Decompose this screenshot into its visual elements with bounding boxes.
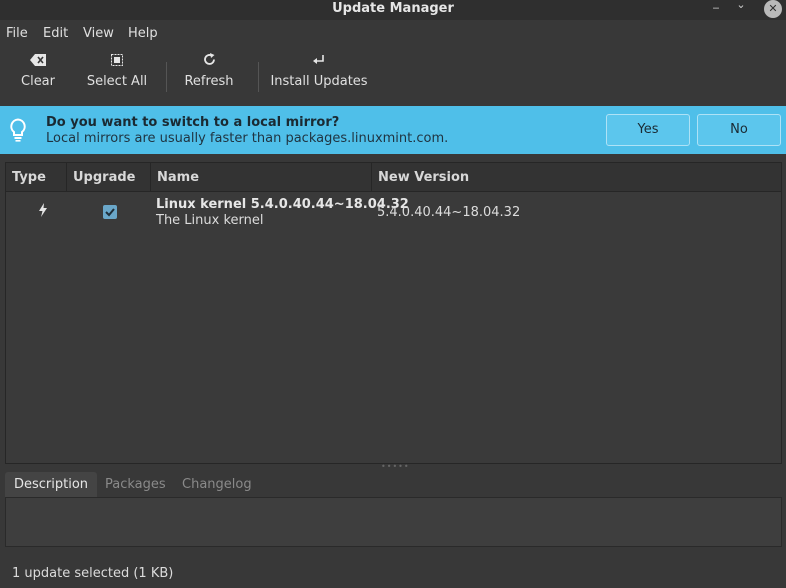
column-name[interactable]: Name [151,163,372,192]
toolbar: Clear Select All Refresh Install Updates [0,52,786,102]
menu-file[interactable]: File [6,26,28,41]
package-description: The Linux kernel [156,213,264,228]
table-row[interactable]: Linux kernel 5.4.0.40.44~18.04.32 The Li… [6,193,781,231]
tab-packages[interactable]: Packages [96,472,175,498]
menu-view[interactable]: View [83,26,114,41]
details-tabs: Description Packages Changelog [5,472,782,498]
infobar-message: Local mirrors are usually faster than pa… [46,131,449,146]
status-text: 1 update selected (1 KB) [12,566,174,581]
refresh-label: Refresh [184,74,234,89]
toolbar-separator [166,62,167,92]
pane-resize-handle[interactable]: ••••• [381,463,409,471]
column-type[interactable]: Type [6,163,67,192]
title-bar: Update Manager ‒ ⌄ ✕ [0,0,786,20]
mirror-infobar: Do you want to switch to a local mirror?… [0,106,786,154]
menu-help[interactable]: Help [128,26,158,41]
backspace-icon [14,52,62,74]
column-new-version[interactable]: New Version [372,163,781,192]
upgrade-checkbox[interactable] [103,205,117,219]
package-name: Linux kernel 5.4.0.40.44~18.04.32 [156,197,409,212]
minimize-icon[interactable]: ‒ [706,0,726,18]
menu-bar: File Edit View Help [0,24,786,46]
table-header: Type Upgrade Name New Version [6,163,781,192]
kernel-bolt-icon [38,203,48,221]
package-new-version: 5.4.0.40.44~18.04.32 [377,205,521,220]
install-updates-label: Install Updates [270,74,368,89]
lightbulb-icon [9,118,27,142]
tab-description[interactable]: Description [5,472,98,498]
infobar-headline: Do you want to switch to a local mirror? [46,115,340,130]
description-panel [5,497,782,547]
menu-edit[interactable]: Edit [43,26,68,41]
install-updates-button[interactable]: Install Updates [270,52,368,98]
close-icon[interactable]: ✕ [764,0,782,18]
select-all-button[interactable]: Select All [84,52,150,98]
yes-button[interactable]: Yes [606,114,690,146]
clear-button[interactable]: Clear [14,52,62,98]
select-all-label: Select All [86,74,148,89]
refresh-icon [180,52,238,74]
toolbar-separator [258,62,259,92]
updates-table: Type Upgrade Name New Version Linux kern… [5,162,782,464]
column-upgrade[interactable]: Upgrade [67,163,151,192]
window-title: Update Manager [332,1,454,16]
clear-label: Clear [21,74,55,89]
tab-changelog[interactable]: Changelog [173,472,261,498]
maximize-icon[interactable]: ⌄ [731,0,751,15]
enter-icon [270,52,368,74]
no-button[interactable]: No [697,114,781,146]
select-all-icon [84,52,150,74]
refresh-button[interactable]: Refresh [180,52,238,98]
